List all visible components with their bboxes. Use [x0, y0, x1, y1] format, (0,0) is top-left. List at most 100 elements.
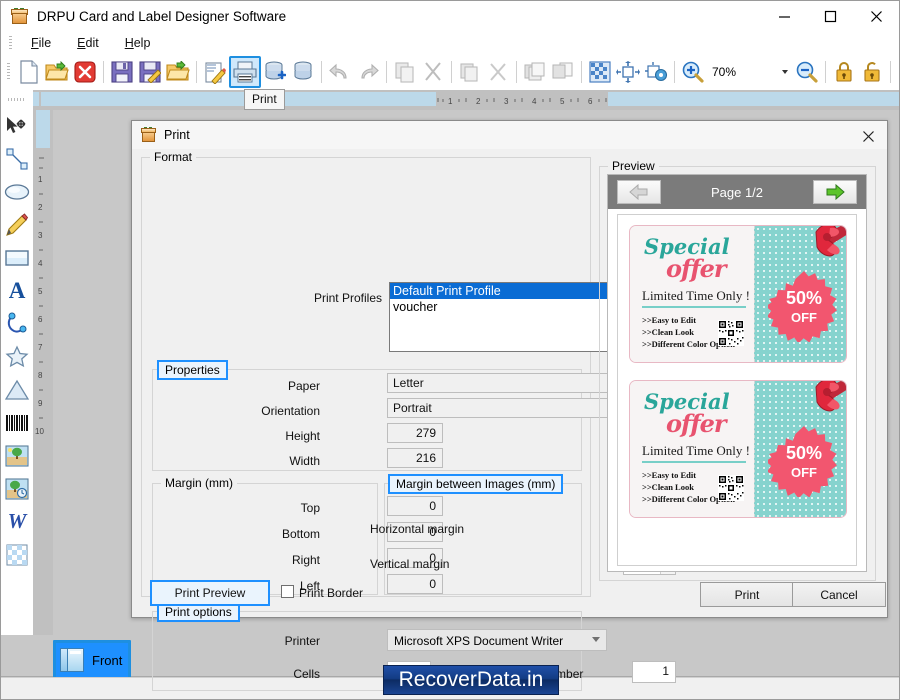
- horizontal-ruler: 1 2 3 4 5 6: [33, 90, 899, 110]
- paste-icon[interactable]: [456, 57, 484, 87]
- list-item[interactable]: voucher: [390, 299, 620, 315]
- send-to-back-icon[interactable]: [549, 57, 577, 87]
- settings-object-icon[interactable]: [642, 57, 670, 87]
- application-window: DRPU Card and Label Designer Software Fi…: [0, 0, 900, 700]
- image-watermark-tool[interactable]: [1, 472, 33, 505]
- redo-icon[interactable]: [354, 57, 382, 87]
- height-field[interactable]: 279: [387, 423, 443, 443]
- text-tool[interactable]: A: [1, 274, 33, 307]
- ribbon-bow-icon: [815, 226, 846, 257]
- ellipse-tool[interactable]: [1, 175, 33, 208]
- menu-help[interactable]: Help: [112, 34, 164, 52]
- format-legend: Format: [150, 150, 197, 164]
- database-add-icon[interactable]: [261, 57, 289, 87]
- save-icon[interactable]: [108, 57, 136, 87]
- horizontal-ruler-ticks: 1 2 3 4 5 6: [436, 90, 616, 110]
- chevron-down-icon[interactable]: [592, 637, 600, 642]
- open-folder-icon[interactable]: [43, 57, 71, 87]
- preview-prev-button[interactable]: [617, 180, 661, 204]
- star-tool[interactable]: [1, 340, 33, 373]
- cut-icon[interactable]: [419, 57, 447, 87]
- lock-icon[interactable]: [830, 57, 858, 87]
- pencil-tool[interactable]: [1, 208, 33, 241]
- zoom-value: 70%: [712, 65, 737, 79]
- menu-help-label: elp: [133, 36, 151, 50]
- menu-file-label: ile: [38, 36, 52, 50]
- svg-text:7: 7: [38, 343, 43, 352]
- toolbar-drag-grip[interactable]: [7, 63, 10, 81]
- delete-icon[interactable]: [484, 57, 512, 87]
- main-toolbar: 70%: [1, 54, 899, 90]
- ribbon-bow-icon: [815, 381, 846, 412]
- tab-front[interactable]: Front: [53, 640, 131, 680]
- chevron-down-icon[interactable]: [782, 70, 788, 74]
- svg-text:4: 4: [38, 259, 43, 268]
- svg-text:5: 5: [38, 287, 43, 296]
- grid-icon[interactable]: [586, 57, 614, 87]
- printer-select[interactable]: Microsoft XPS Document Writer: [387, 629, 607, 651]
- menu-drag-grip[interactable]: [9, 36, 12, 50]
- toolbar-separator: [386, 61, 387, 83]
- save-as-icon[interactable]: [136, 57, 164, 87]
- unlock-icon[interactable]: [858, 57, 886, 87]
- bring-to-front-icon[interactable]: [521, 57, 549, 87]
- rectangle-tool[interactable]: [1, 241, 33, 274]
- copies-field[interactable]: 1: [632, 661, 676, 683]
- preview-legend: Preview: [608, 159, 659, 173]
- menu-file[interactable]: File: [18, 34, 64, 52]
- svg-text:9: 9: [38, 399, 43, 408]
- list-item[interactable]: Default Print Profile: [390, 283, 620, 299]
- dialog-close-button[interactable]: [855, 125, 881, 147]
- edit-document-icon[interactable]: [201, 57, 229, 87]
- minimize-button[interactable]: [761, 1, 807, 32]
- maximize-button[interactable]: [807, 1, 853, 32]
- window-title: DRPU Card and Label Designer Software: [37, 9, 287, 24]
- cancel-button[interactable]: Cancel: [792, 582, 886, 607]
- margin-right-label: Right: [291, 553, 320, 567]
- properties-legend: Properties: [157, 360, 228, 380]
- orientation-field[interactable]: Portrait: [387, 398, 620, 418]
- pattern-tool[interactable]: [1, 538, 33, 571]
- menu-edit[interactable]: Edit: [64, 34, 112, 52]
- svg-text:3: 3: [38, 231, 43, 240]
- vertical-ruler: 1 2 3 4 5 6 7 8 9 10: [33, 110, 53, 635]
- close-document-icon[interactable]: [71, 57, 99, 87]
- palette-drag-grip[interactable]: [8, 98, 26, 101]
- print-icon[interactable]: [229, 56, 261, 88]
- zoom-combo[interactable]: 70%: [707, 62, 793, 82]
- image-tool[interactable]: [1, 439, 33, 472]
- title-bar: DRPU Card and Label Designer Software: [1, 1, 899, 32]
- copy-icon[interactable]: [391, 57, 419, 87]
- export-folder-icon[interactable]: [164, 57, 192, 87]
- print-button[interactable]: Print: [700, 582, 794, 607]
- card-subhead: offer: [666, 254, 727, 283]
- width-field[interactable]: 216: [387, 448, 443, 468]
- preview-next-button[interactable]: [813, 180, 857, 204]
- zoom-in-icon[interactable]: [679, 57, 707, 87]
- app-box-icon: [11, 7, 29, 26]
- qr-code-icon: [718, 475, 744, 501]
- align-center-icon[interactable]: [614, 57, 642, 87]
- paper-field[interactable]: Letter: [387, 373, 620, 393]
- select-move-tool[interactable]: [1, 109, 33, 142]
- print-profiles-label: Print Profiles: [313, 291, 382, 305]
- barcode-tool[interactable]: [1, 406, 33, 439]
- curve-tool[interactable]: [1, 307, 33, 340]
- discount-badge-icon: [768, 426, 837, 497]
- svg-text:2: 2: [38, 203, 43, 212]
- wordart-tool[interactable]: W: [1, 505, 33, 538]
- preview-sheet[interactable]: Special offer Limited Time Only ! >>Easy…: [617, 214, 857, 566]
- new-document-icon[interactable]: [15, 57, 43, 87]
- close-button[interactable]: [853, 1, 899, 32]
- triangle-tool[interactable]: [1, 373, 33, 406]
- line-tool[interactable]: [1, 142, 33, 175]
- print-profiles-list[interactable]: Default Print Profile voucher: [389, 282, 621, 352]
- discount-badge-icon: [768, 271, 837, 342]
- print-preview-button[interactable]: Print Preview: [150, 580, 270, 606]
- database-icon[interactable]: [289, 57, 317, 87]
- toolbar-separator: [321, 61, 322, 83]
- undo-icon[interactable]: [326, 57, 354, 87]
- zoom-out-icon[interactable]: [793, 57, 821, 87]
- preview-header: Page 1/2: [608, 175, 866, 209]
- print-border-checkbox[interactable]: [281, 585, 294, 598]
